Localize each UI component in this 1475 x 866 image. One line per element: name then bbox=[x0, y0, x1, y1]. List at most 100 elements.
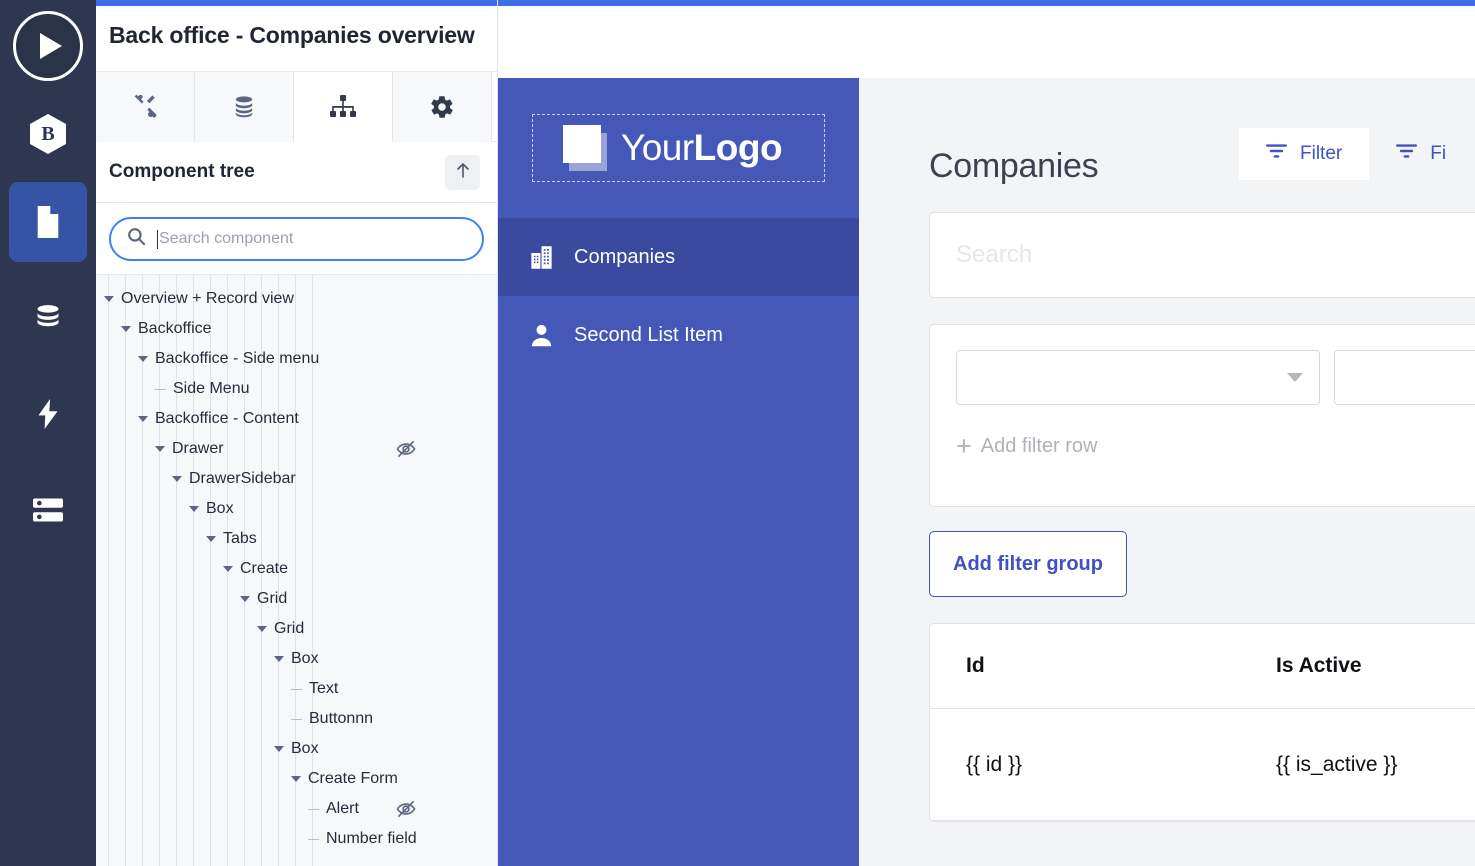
logo-mark-icon bbox=[562, 125, 607, 171]
play-button[interactable] bbox=[13, 11, 83, 81]
caret-down-icon[interactable] bbox=[274, 746, 284, 752]
rail-item-actions[interactable] bbox=[9, 374, 87, 454]
tree-node-label: Overview + Record view bbox=[121, 290, 294, 307]
tree-node[interactable]: Backoffice bbox=[96, 314, 497, 344]
preview-main: Companies Filter Fi Search + Add filter … bbox=[859, 78, 1475, 866]
page-title: Back office - Companies overview bbox=[109, 22, 475, 48]
hexagon-badge-icon: B bbox=[30, 114, 66, 154]
search-input[interactable]: Search component bbox=[109, 217, 484, 261]
rail-item-data[interactable] bbox=[9, 278, 87, 358]
tree-node[interactable]: Overview + Record view bbox=[96, 284, 497, 314]
table-row[interactable]: {{ id }} {{ is_active }} bbox=[930, 709, 1475, 821]
preview-search-placeholder: Search bbox=[956, 241, 1033, 268]
tree-node-label: Text bbox=[309, 680, 339, 697]
tree-node-label: Backoffice - Content bbox=[155, 410, 299, 427]
caret-down-icon[interactable] bbox=[206, 536, 216, 542]
chevron-down-icon bbox=[1287, 373, 1303, 382]
caret-down-icon[interactable] bbox=[189, 506, 199, 512]
preview-logo-placeholder[interactable]: YourLogo bbox=[498, 78, 859, 218]
tab-data[interactable] bbox=[195, 72, 294, 142]
caret-down-icon[interactable] bbox=[291, 776, 301, 782]
tree-node[interactable]: Backoffice - Side menu bbox=[96, 344, 497, 374]
tree-node[interactable]: Create bbox=[96, 554, 497, 584]
canvas-top-accent-bar bbox=[498, 0, 1475, 6]
app-preview-canvas: YourLogo Companies Second List Item Comp… bbox=[498, 0, 1475, 866]
arrow-up-icon bbox=[455, 161, 471, 184]
tree-node[interactable]: Grid bbox=[96, 614, 497, 644]
tree-node[interactable]: Number field bbox=[96, 824, 497, 854]
caret-down-icon[interactable] bbox=[240, 596, 250, 602]
person-icon bbox=[528, 322, 574, 349]
filter-operator-select[interactable] bbox=[1334, 350, 1475, 405]
caret-down-icon[interactable] bbox=[274, 656, 284, 662]
tree-leaf-dash-icon bbox=[308, 838, 319, 840]
tree-node-label: Box bbox=[291, 740, 319, 757]
caret-down-icon[interactable] bbox=[138, 416, 148, 422]
caret-down-icon[interactable] bbox=[155, 446, 165, 452]
building-icon bbox=[528, 244, 574, 271]
tree-node-label: Alert bbox=[326, 800, 359, 817]
caret-down-icon[interactable] bbox=[121, 326, 131, 332]
sidebar-item-label: Second List Item bbox=[574, 323, 723, 346]
filter-button-2[interactable]: Fi bbox=[1369, 128, 1473, 180]
tree-node[interactable]: Drawer bbox=[96, 434, 497, 464]
brand-letter: B bbox=[41, 123, 55, 145]
brand-logo: B bbox=[30, 114, 66, 154]
preview-main-header: Companies Filter Fi bbox=[859, 78, 1475, 198]
filter-button-1[interactable]: Filter bbox=[1239, 128, 1370, 180]
tab-tools[interactable] bbox=[96, 72, 195, 142]
database-icon bbox=[34, 304, 62, 332]
collapse-all-button[interactable] bbox=[445, 154, 480, 190]
component-tree-panel: Back office - Companies overview Compone… bbox=[96, 0, 498, 866]
tab-settings[interactable] bbox=[393, 72, 492, 142]
rail-item-resources[interactable] bbox=[9, 470, 87, 550]
tree-node[interactable]: Box bbox=[96, 644, 497, 674]
tree-node[interactable]: DrawerSidebar bbox=[96, 464, 497, 494]
rail-item-list bbox=[0, 182, 96, 566]
tree-node[interactable]: Tabs bbox=[96, 524, 497, 554]
tree-node-label: Create bbox=[240, 560, 289, 577]
plus-icon: + bbox=[956, 431, 972, 461]
add-filter-group-button[interactable]: Add filter group bbox=[929, 531, 1127, 597]
tree-node[interactable]: Side Menu bbox=[96, 374, 497, 404]
preview-search-input[interactable]: Search bbox=[929, 212, 1475, 298]
tree-node[interactable]: Buttonnn bbox=[96, 704, 497, 734]
caret-down-icon[interactable] bbox=[172, 476, 182, 482]
server-stack-icon bbox=[33, 497, 63, 523]
caret-down-icon[interactable] bbox=[223, 566, 233, 572]
tree-node[interactable]: Text bbox=[96, 674, 497, 704]
table-header-row: Id Is Active bbox=[930, 624, 1475, 709]
global-nav-rail: B bbox=[0, 0, 96, 866]
play-icon bbox=[40, 33, 62, 59]
tree-node[interactable]: Box bbox=[96, 734, 497, 764]
tab-component-tree[interactable] bbox=[294, 72, 393, 142]
preview-sidebar: YourLogo Companies Second List Item bbox=[498, 78, 859, 866]
tree-node-label: Box bbox=[206, 500, 234, 517]
tree-node[interactable]: Backoffice - Content bbox=[96, 404, 497, 434]
tree-node-label: Backoffice bbox=[138, 320, 212, 337]
eye-off-icon[interactable] bbox=[396, 440, 416, 463]
rail-item-pages[interactable] bbox=[9, 182, 87, 262]
add-filter-row-button[interactable]: + Add filter row bbox=[956, 433, 1475, 460]
search-placeholder: Search component bbox=[159, 230, 294, 247]
logo-text-light: Your bbox=[620, 126, 694, 168]
eye-off-icon[interactable] bbox=[396, 800, 416, 823]
sidebar-item-companies[interactable]: Companies bbox=[498, 218, 859, 296]
filter-field-select[interactable] bbox=[956, 350, 1320, 405]
tree-node[interactable]: Create Form bbox=[96, 764, 497, 794]
caret-down-icon[interactable] bbox=[138, 356, 148, 362]
preview-page-title: Companies bbox=[929, 146, 1099, 185]
tree-node-label: Tabs bbox=[223, 530, 257, 547]
tree-node[interactable]: Grid bbox=[96, 584, 497, 614]
tree-node-label: Number field bbox=[326, 830, 417, 847]
caret-down-icon[interactable] bbox=[104, 296, 114, 302]
filter-icon bbox=[1396, 143, 1418, 165]
caret-down-icon[interactable] bbox=[257, 626, 267, 632]
filter-row bbox=[956, 350, 1475, 405]
tree-node[interactable]: Box bbox=[96, 494, 497, 524]
component-tree[interactable]: Overview + Record view Backoffice Backoffi… bbox=[96, 275, 497, 866]
component-tree-label: Component tree bbox=[109, 161, 255, 182]
tree-node[interactable]: Alert bbox=[96, 794, 497, 824]
canvas-top-padding bbox=[498, 0, 1475, 78]
sidebar-item-second-list-item[interactable]: Second List Item bbox=[498, 296, 859, 374]
